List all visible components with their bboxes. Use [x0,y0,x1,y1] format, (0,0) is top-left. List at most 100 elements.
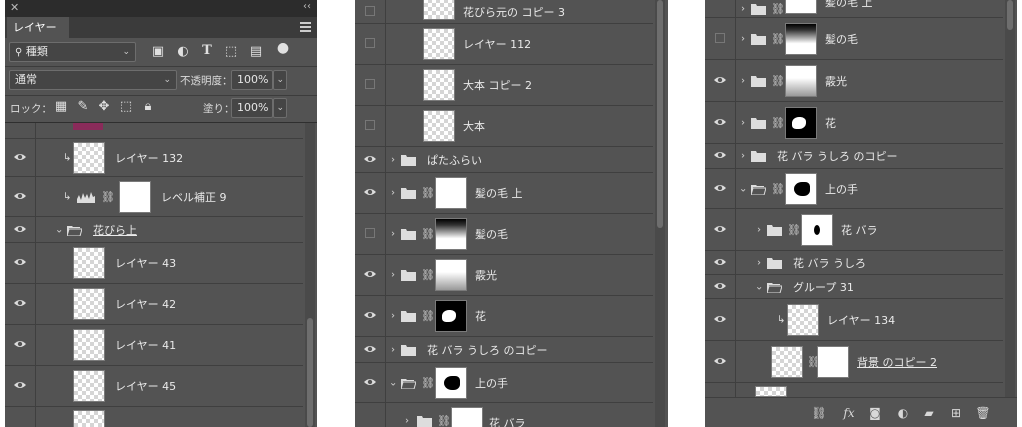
blend-mode-select[interactable]: 通常 ⌄ [9,70,177,90]
new-layer-icon[interactable]: ⊞ [948,405,964,421]
layer-row[interactable]: 大本 コピー 2 [355,65,653,106]
tab-layers[interactable]: レイヤー [7,17,69,38]
group-row[interactable]: › 花 バラ うしろ のコピー [355,337,653,363]
visibility-off-box[interactable] [365,120,375,130]
chevron-right-icon[interactable]: › [741,75,745,86]
group-row[interactable]: › ⛓ 髪の毛 上 [355,173,653,214]
layer-row[interactable]: レイヤー 43 [5,243,303,284]
group-row[interactable]: › ⛓ 髪の毛 上 [705,0,1003,18]
eye-icon[interactable] [713,257,727,267]
group-row[interactable]: › ⛓ 髪の毛 [705,18,1003,60]
visibility-off-box[interactable] [365,79,375,89]
scrollbar-thumb[interactable] [307,318,313,427]
adjustment-filter-icon[interactable]: ◐ [175,44,191,59]
chevron-down-icon[interactable]: ⌄ [389,377,397,388]
eye-icon[interactable] [713,281,727,291]
group-row[interactable]: › 花 バラ うしろ のコピー [705,144,1003,169]
chevron-right-icon[interactable]: › [741,117,745,128]
chevron-right-icon[interactable]: › [741,3,745,14]
layer-row[interactable]: レイヤー 41 [5,325,303,366]
lock-artboard-icon[interactable]: ⬚ [118,99,134,114]
opacity-dropdown[interactable]: ⌄ [273,70,287,90]
eye-icon[interactable] [363,344,377,354]
chevron-right-icon[interactable]: › [391,188,395,199]
lock-paint-icon[interactable]: ✎ [75,99,91,114]
eye-icon[interactable] [713,150,727,160]
link-icon[interactable]: ⛓ [421,228,435,241]
eye-icon[interactable] [363,154,377,164]
group-row[interactable]: › ⛓ 花 バラ [355,403,653,427]
link-icon[interactable]: ⛓ [421,376,435,389]
visibility-off-box[interactable] [365,38,375,48]
group-row[interactable]: ⌄ ⛓ 上の手 [355,363,653,403]
chevron-right-icon[interactable]: › [757,224,761,235]
link-icon[interactable]: ⛓ [421,269,435,282]
eye-icon[interactable] [713,75,727,85]
adjustment-icon[interactable]: ◐ [895,405,911,421]
lock-all-icon[interactable]: 🔒︎ [140,99,156,114]
layer-row[interactable]: 大本 [355,106,653,147]
link-icon[interactable]: ⛓ [771,116,785,129]
scrollbar[interactable] [655,0,665,427]
fill-field[interactable]: 100% [231,98,273,118]
smart-object-filter-icon[interactable]: ▤ [248,44,264,59]
filter-toggle-icon[interactable]: ● [275,40,291,56]
layer-row[interactable]: 花びら元の コピー 3 [355,0,653,24]
layer-row[interactable]: レイヤー 42 [5,284,303,325]
eye-icon[interactable] [713,224,727,234]
collapse-icon[interactable]: ‹‹ [303,1,311,12]
link-icon[interactable]: ⛓ [421,187,435,200]
chevron-down-icon[interactable]: ⌄ [739,183,747,194]
group-row[interactable]: › ぱたふらい [355,147,653,173]
group-row[interactable]: ⌄ グループ 31 [705,275,1003,299]
group-row[interactable]: › 花 バラ うしろ [705,251,1003,275]
link-icon[interactable]: ⛓ [771,32,785,45]
mask-icon[interactable]: ◙ [867,405,883,421]
chevron-right-icon[interactable]: › [741,33,745,44]
eye-icon[interactable] [13,339,27,349]
layer-row[interactable]: ↳ ⛓ レベル補正 9 [5,177,303,217]
chevron-right-icon[interactable]: › [405,416,409,427]
group-row[interactable]: › ⛓ 花 [705,102,1003,144]
shape-filter-icon[interactable]: ⬚ [223,44,239,59]
fx-icon[interactable]: fx [841,405,857,421]
panel-menu-icon[interactable] [300,22,311,32]
group-row[interactable]: ⌄ ⛓ 上の手 [705,169,1003,209]
link-icon[interactable]: ⛓ [771,182,785,195]
visibility-off-box[interactable] [365,5,375,16]
eye-icon[interactable] [13,298,27,308]
eye-icon[interactable] [13,152,27,162]
link-icon[interactable]: ⛓ [811,405,827,421]
layer-row[interactable] [705,383,1003,397]
eye-icon[interactable] [13,257,27,267]
opacity-field[interactable]: 100% [231,70,273,90]
chevron-down-icon[interactable]: ⌄ [55,224,63,235]
group-row[interactable]: ⌄ 花びら上 [5,217,303,243]
trash-icon[interactable]: 🗑︎ [975,405,991,421]
eye-icon[interactable] [13,380,27,390]
layer-row[interactable]: ↳ レイヤー 134 [705,299,1003,341]
visibility-off-box[interactable] [365,228,375,238]
chevron-right-icon[interactable]: › [391,229,395,240]
lock-transparent-icon[interactable]: ▦ [53,99,69,114]
eye-icon[interactable] [13,191,27,201]
lock-move-icon[interactable]: ✥ [96,99,112,114]
chevron-right-icon[interactable]: › [391,154,395,165]
layer-row[interactable]: レイヤー 112 [355,24,653,65]
eye-icon[interactable] [363,269,377,279]
chevron-right-icon[interactable]: › [391,344,395,355]
group-row[interactable]: › ⛓ 霰光 [705,60,1003,102]
layer-row[interactable]: ↳ レイヤー 132 [5,139,303,177]
scrollbar[interactable] [305,123,315,427]
type-filter-icon[interactable]: T [199,43,215,58]
chevron-down-icon[interactable]: ⌄ [755,281,763,292]
close-icon[interactable]: ✕ [10,1,19,14]
chevron-right-icon[interactable]: › [741,151,745,162]
filter-kind-select[interactable]: ⚲ 種類 ⌄ [9,42,136,62]
link-icon[interactable]: ⛓ [771,74,785,87]
layer-row[interactable] [5,123,303,139]
link-icon[interactable]: ⛓ [101,190,115,203]
chevron-right-icon[interactable]: › [391,270,395,281]
eye-icon[interactable] [13,224,27,234]
link-icon[interactable]: ⛓ [437,415,451,427]
